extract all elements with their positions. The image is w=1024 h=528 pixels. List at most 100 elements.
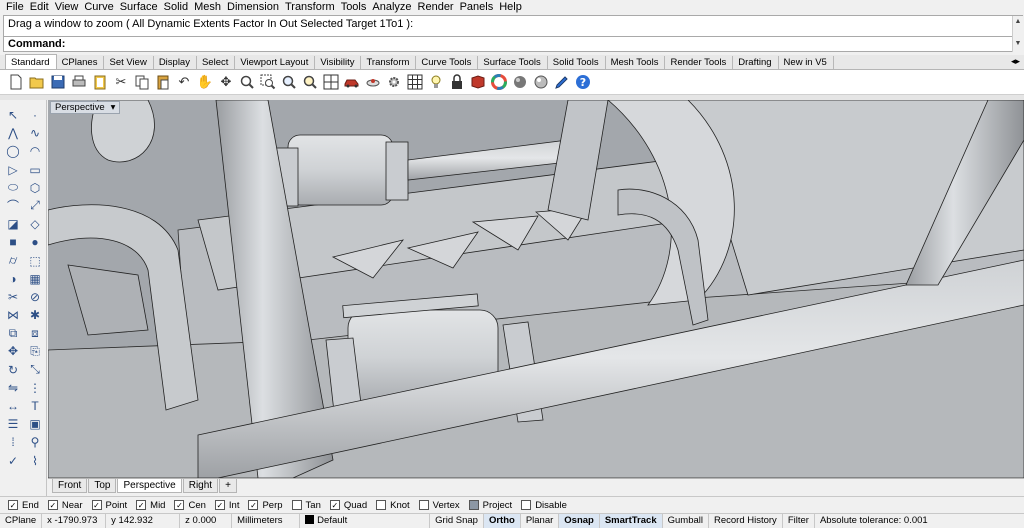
menu-help[interactable]: Help (497, 0, 526, 15)
osnap-cen[interactable]: ✓ Cen (174, 500, 206, 511)
viewport-tab-perspective[interactable]: Perspective (117, 479, 182, 493)
rotate-icon[interactable]: ↻ (3, 361, 23, 379)
osnap-point[interactable]: ✓ Point (91, 500, 127, 511)
tab-viewport-layout[interactable]: Viewport Layout (235, 56, 316, 69)
check-icon[interactable]: ✓ (3, 452, 23, 470)
osnap-checkbox[interactable]: ✓ (8, 500, 18, 510)
osnap-checkbox[interactable] (418, 500, 429, 510)
menu-mesh[interactable]: Mesh (192, 0, 225, 15)
perspective-viewport[interactable] (48, 100, 1024, 478)
save-icon[interactable] (48, 72, 68, 92)
open-icon[interactable] (27, 72, 47, 92)
tab-new-in-v5[interactable]: New in V5 (779, 56, 834, 69)
triangle-icon[interactable]: ▷ (3, 161, 23, 179)
sphere-icon[interactable] (510, 72, 530, 92)
zoom-extents-icon[interactable] (279, 72, 299, 92)
extend-icon[interactable]: ⤢ (25, 197, 45, 215)
mirror-icon[interactable]: ⇋ (3, 379, 23, 397)
circle-icon[interactable]: ◯ (3, 142, 23, 160)
trim-icon[interactable]: ✂ (3, 288, 23, 306)
tab-solid-tools[interactable]: Solid Tools (548, 56, 606, 69)
tab-transform[interactable]: Transform (361, 56, 417, 69)
menu-view[interactable]: View (53, 0, 83, 15)
status-grid-snap[interactable]: Grid Snap (430, 513, 484, 528)
copy-icon[interactable] (132, 72, 152, 92)
grid-dots-icon[interactable]: ⁞ (3, 433, 23, 451)
add-viewport-tab-button[interactable]: + (219, 479, 237, 493)
osnap-tan[interactable]: Tan (291, 500, 321, 511)
four-viewports-icon[interactable] (321, 72, 341, 92)
osnap-project[interactable]: Project (468, 500, 512, 511)
scale-icon[interactable]: ⤡ (25, 361, 45, 379)
status-smarttrack[interactable]: SmartTrack (599, 513, 663, 528)
rotate-object-icon[interactable] (363, 72, 383, 92)
menu-transform[interactable]: Transform (283, 0, 339, 15)
cylinder-icon[interactable]: ⌭ (3, 252, 23, 270)
pan-hand-icon[interactable]: ✋ (195, 72, 215, 92)
tab-standard[interactable]: Standard (5, 54, 57, 69)
shade-icon[interactable] (468, 72, 488, 92)
tab-display[interactable]: Display (154, 56, 197, 69)
tab-drafting[interactable]: Drafting (733, 56, 779, 69)
move-icon[interactable]: ✥ (3, 342, 23, 360)
undo-icon[interactable]: ↶ (174, 72, 194, 92)
car-icon[interactable] (342, 72, 362, 92)
osnap-checkbox[interactable]: ✓ (136, 500, 147, 510)
tab-surface-tools[interactable]: Surface Tools (478, 56, 548, 69)
osnap-checkbox[interactable]: ✓ (174, 500, 185, 510)
fillet-curve-icon[interactable]: ⌒ (3, 197, 23, 215)
menu-tools[interactable]: Tools (339, 0, 371, 15)
menu-panels[interactable]: Panels (458, 0, 498, 15)
cut-icon[interactable]: ✂ (111, 72, 131, 92)
osnap-perp[interactable]: ✓ Perp (248, 500, 283, 511)
status-record-history[interactable]: Record History (709, 513, 783, 528)
command-input[interactable]: Command: (3, 37, 1023, 52)
dimension-icon[interactable]: ↔ (3, 397, 23, 415)
menu-solid[interactable]: Solid (162, 0, 192, 15)
lock-icon[interactable] (447, 72, 467, 92)
clipboard-icon[interactable] (90, 72, 110, 92)
render-sphere-icon[interactable] (531, 72, 551, 92)
osnap-int[interactable]: ✓ Int (214, 500, 239, 511)
layer-icon[interactable]: ☰ (3, 415, 23, 433)
osnap-knot[interactable]: Knot (376, 500, 410, 511)
scroll-down-icon[interactable]: ▼ (1013, 38, 1023, 50)
new-icon[interactable] (6, 72, 26, 92)
tab-select[interactable]: Select (197, 56, 236, 69)
tab-visibility[interactable]: Visibility (315, 56, 362, 69)
osnap-checkbox[interactable]: ✓ (91, 500, 102, 510)
status-units[interactable]: Millimeters (232, 513, 301, 528)
status-cplane[interactable]: CPlane (0, 513, 43, 528)
box-icon[interactable]: ■ (3, 233, 23, 251)
project-swatch-icon[interactable] (468, 500, 479, 510)
block-icon[interactable]: ▣ (25, 415, 45, 433)
join-icon[interactable]: ⋈ (3, 306, 23, 324)
osnap-end[interactable]: ✓ End (8, 500, 39, 511)
gear-icon[interactable] (384, 72, 404, 92)
osnap-checkbox[interactable]: ✓ (248, 500, 259, 510)
select-arrow-icon[interactable]: ↖ (3, 106, 23, 124)
paste-icon[interactable] (153, 72, 173, 92)
status-osnap[interactable]: Osnap (559, 513, 600, 528)
osnap-mid[interactable]: ✓ Mid (136, 500, 165, 511)
ungroup-icon[interactable]: ⧈ (25, 324, 45, 342)
split-icon[interactable]: ⊘ (25, 288, 45, 306)
osnap-checkbox[interactable] (376, 500, 387, 510)
print-icon[interactable] (69, 72, 89, 92)
osnap-disable[interactable]: Disable (521, 500, 567, 511)
rectangle-icon[interactable]: ▭ (25, 161, 45, 179)
analyze-icon[interactable]: ⚲ (25, 433, 45, 451)
copy-object-icon[interactable]: ⎘ (25, 342, 45, 360)
status-gumball[interactable]: Gumball (663, 513, 709, 528)
array-icon[interactable]: ⋮ (25, 379, 45, 397)
menu-dimension[interactable]: Dimension (225, 0, 283, 15)
help-icon[interactable]: ? (573, 72, 593, 92)
tab-curve-tools[interactable]: Curve Tools (416, 56, 479, 69)
osnap-checkbox[interactable]: ✓ (329, 500, 340, 510)
tab-overflow-icon[interactable]: ◂▸ (1011, 56, 1020, 67)
sphere-solid-icon[interactable]: ● (25, 233, 45, 251)
osnap-checkbox[interactable] (291, 500, 302, 510)
status-ortho[interactable]: Ortho (483, 513, 521, 528)
polygon-icon[interactable]: ⬡ (25, 179, 45, 197)
arc-icon[interactable]: ◠ (25, 142, 45, 160)
